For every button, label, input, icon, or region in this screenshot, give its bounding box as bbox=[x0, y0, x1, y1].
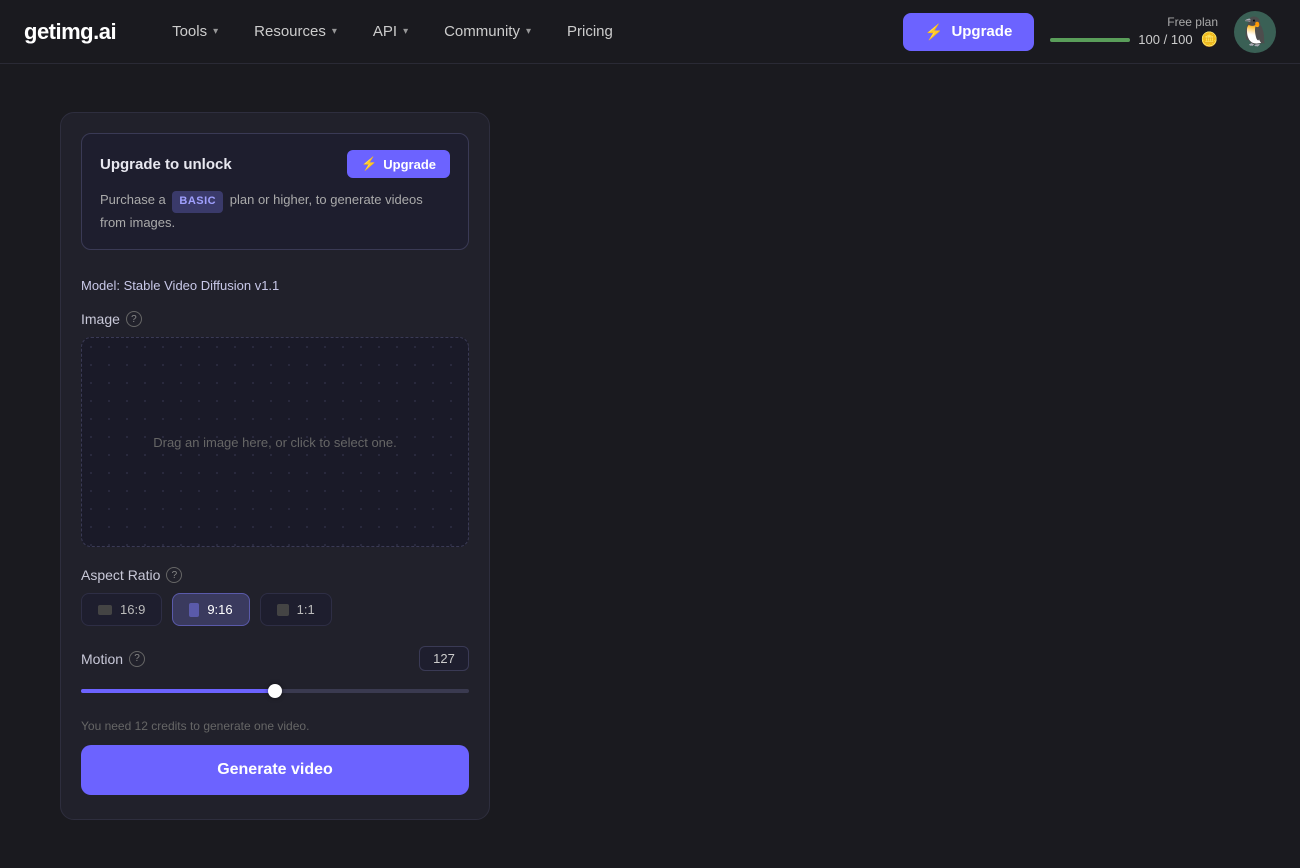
aspect-indicator-16-9 bbox=[98, 605, 112, 615]
upgrade-box-lightning: ⚡ bbox=[361, 156, 377, 172]
plan-progress: 100 / 100 🪙 bbox=[1050, 31, 1218, 48]
nav-resources-chevron: ▾ bbox=[332, 26, 337, 37]
motion-info-icon[interactable]: ? bbox=[129, 651, 145, 667]
nav-api-chevron: ▾ bbox=[403, 26, 408, 37]
nav-community-label: Community bbox=[444, 23, 520, 40]
nav-community-chevron: ▾ bbox=[526, 26, 531, 37]
nav-tools[interactable]: Tools ▾ bbox=[156, 15, 234, 48]
credits-note: You need 12 credits to generate one vide… bbox=[61, 711, 489, 737]
image-dropzone[interactable]: Drag an image here, or click to select o… bbox=[81, 337, 469, 547]
avatar-image: 🐧 bbox=[1238, 18, 1273, 46]
navbar: getimg.ai Tools ▾ Resources ▾ API ▾ Comm… bbox=[0, 0, 1300, 64]
aspect-ratio-section: Aspect Ratio ? 16:9 9:16 1:1 bbox=[61, 557, 489, 636]
progress-bar-wrap bbox=[1050, 38, 1130, 42]
aspect-label-16-9: 16:9 bbox=[120, 602, 145, 617]
panel: Upgrade to unlock ⚡ Upgrade Purchase a B… bbox=[60, 112, 490, 820]
aspect-btn-1-1[interactable]: 1:1 bbox=[260, 593, 332, 626]
nav-items: Tools ▾ Resources ▾ API ▾ Community ▾ Pr… bbox=[156, 15, 903, 48]
credits-max: 100 bbox=[1171, 32, 1193, 47]
model-row: Model: Stable Video Diffusion v1.1 bbox=[61, 266, 489, 301]
upgrade-text-before: Purchase a bbox=[100, 192, 166, 207]
progress-bar-fill bbox=[1050, 38, 1130, 42]
dropzone-text: Drag an image here, or click to select o… bbox=[153, 435, 397, 450]
image-label-text: Image bbox=[81, 311, 120, 327]
aspect-label-9-16: 9:16 bbox=[207, 602, 232, 617]
site-logo: getimg.ai bbox=[24, 19, 116, 45]
upgrade-box-text: Purchase a BASIC plan or higher, to gene… bbox=[100, 190, 450, 233]
nav-api[interactable]: API ▾ bbox=[357, 15, 424, 48]
motion-value: 127 bbox=[419, 646, 469, 671]
aspect-ratio-info-icon[interactable]: ? bbox=[166, 567, 182, 583]
motion-label-text: Motion bbox=[81, 651, 123, 667]
motion-slider-fill bbox=[81, 689, 275, 693]
aspect-indicator-9-16 bbox=[189, 603, 199, 617]
main-content: Upgrade to unlock ⚡ Upgrade Purchase a B… bbox=[0, 64, 1300, 868]
motion-label: Motion ? bbox=[81, 651, 145, 667]
image-section: Image ? Drag an image here, or click to … bbox=[61, 301, 489, 557]
upgrade-box-btn-label: Upgrade bbox=[383, 157, 436, 172]
nav-api-label: API bbox=[373, 23, 397, 40]
aspect-ratio-label: Aspect Ratio ? bbox=[81, 567, 469, 583]
credits-icon: 🪙 bbox=[1201, 31, 1218, 48]
aspect-btn-9-16[interactable]: 9:16 bbox=[172, 593, 249, 626]
credits-separator: / bbox=[1164, 32, 1168, 47]
nav-resources-label: Resources bbox=[254, 23, 326, 40]
nav-pricing[interactable]: Pricing bbox=[551, 15, 629, 48]
motion-slider-thumb[interactable] bbox=[268, 684, 282, 698]
motion-header: Motion ? 127 bbox=[81, 646, 469, 671]
aspect-ratio-label-text: Aspect Ratio bbox=[81, 567, 160, 583]
nav-resources[interactable]: Resources ▾ bbox=[238, 15, 353, 48]
generate-video-button[interactable]: Generate video bbox=[81, 745, 469, 795]
motion-slider-track bbox=[81, 689, 469, 693]
aspect-label-1-1: 1:1 bbox=[297, 602, 315, 617]
model-name: Stable Video Diffusion v1.1 bbox=[124, 278, 280, 293]
image-info-icon[interactable]: ? bbox=[126, 311, 142, 327]
motion-slider-wrap[interactable] bbox=[81, 681, 469, 701]
plan-info: Free plan 100 / 100 🪙 bbox=[1050, 15, 1218, 48]
plan-credits: 100 / 100 bbox=[1138, 32, 1192, 47]
nav-pricing-label: Pricing bbox=[567, 23, 613, 40]
nav-right: ⚡ Upgrade Free plan 100 / 100 🪙 🐧 bbox=[903, 11, 1276, 53]
motion-section: Motion ? 127 bbox=[61, 636, 489, 711]
avatar[interactable]: 🐧 bbox=[1234, 11, 1276, 53]
upgrade-box-button[interactable]: ⚡ Upgrade bbox=[347, 150, 450, 178]
aspect-indicator-1-1 bbox=[277, 604, 289, 616]
upgrade-button-label: Upgrade bbox=[951, 23, 1012, 40]
plan-label: Free plan bbox=[1167, 15, 1218, 29]
credits-current: 100 bbox=[1138, 32, 1160, 47]
badge-basic: BASIC bbox=[172, 191, 223, 213]
upgrade-button[interactable]: ⚡ Upgrade bbox=[903, 13, 1035, 51]
model-label: Model: bbox=[81, 278, 124, 293]
nav-tools-chevron: ▾ bbox=[213, 26, 218, 37]
upgrade-box-header: Upgrade to unlock ⚡ Upgrade bbox=[100, 150, 450, 178]
aspect-btn-16-9[interactable]: 16:9 bbox=[81, 593, 162, 626]
nav-tools-label: Tools bbox=[172, 23, 207, 40]
upgrade-box-title: Upgrade to unlock bbox=[100, 156, 232, 173]
upgrade-box: Upgrade to unlock ⚡ Upgrade Purchase a B… bbox=[81, 133, 469, 250]
image-section-label: Image ? bbox=[81, 311, 469, 327]
aspect-options: 16:9 9:16 1:1 bbox=[81, 593, 469, 626]
lightning-icon: ⚡ bbox=[925, 23, 944, 41]
nav-community[interactable]: Community ▾ bbox=[428, 15, 547, 48]
